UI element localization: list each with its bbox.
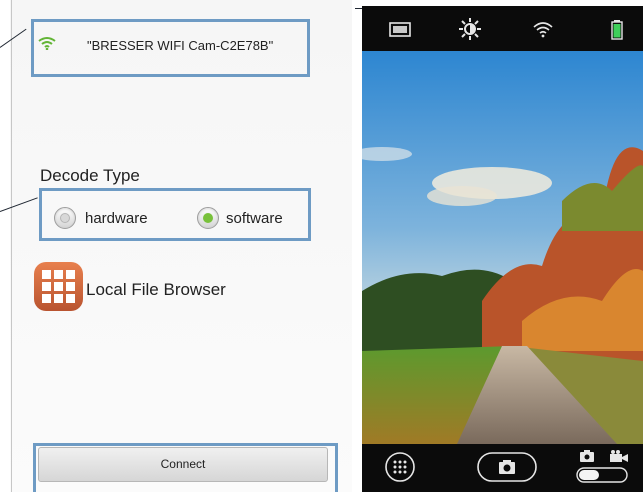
hardware-radio-label[interactable]: hardware — [85, 210, 148, 227]
software-radio-label[interactable]: software — [226, 210, 283, 227]
wifi-icon[interactable] — [532, 18, 554, 40]
battery-icon — [611, 20, 623, 40]
hardware-radio[interactable] — [54, 207, 76, 229]
radio-dot-selected — [203, 213, 213, 223]
wifi-icon — [38, 37, 56, 50]
panel-edge — [11, 0, 12, 492]
radio-dot — [60, 213, 70, 223]
grid-glyph — [42, 270, 75, 303]
brightness-icon[interactable] — [459, 18, 481, 40]
camera-screen — [362, 6, 643, 492]
video-mode-icon[interactable] — [610, 450, 628, 462]
mode-toggle[interactable] — [576, 467, 628, 483]
aspect-ratio-icon[interactable] — [389, 18, 411, 40]
camera-bottom-bar — [362, 444, 643, 492]
photo-mode-icon[interactable] — [580, 450, 594, 462]
software-radio[interactable] — [197, 207, 219, 229]
cropped-heading: ▔▔▔▔▔▔▔▔▔ — [78, 0, 288, 8]
decode-type-title: Decode Type — [40, 166, 140, 185]
grid-icon[interactable] — [34, 262, 83, 311]
connect-button[interactable]: Connect — [38, 447, 328, 482]
local-file-browser-link[interactable]: Local File Browser — [86, 280, 226, 300]
grid-menu-icon[interactable] — [384, 451, 416, 483]
wifi-ssid: "BRESSER WIFI Cam-C2E78B" — [87, 38, 274, 53]
live-camera-preview — [362, 51, 643, 444]
camera-shutter-icon[interactable] — [477, 452, 537, 482]
camera-status-bar — [362, 6, 643, 51]
